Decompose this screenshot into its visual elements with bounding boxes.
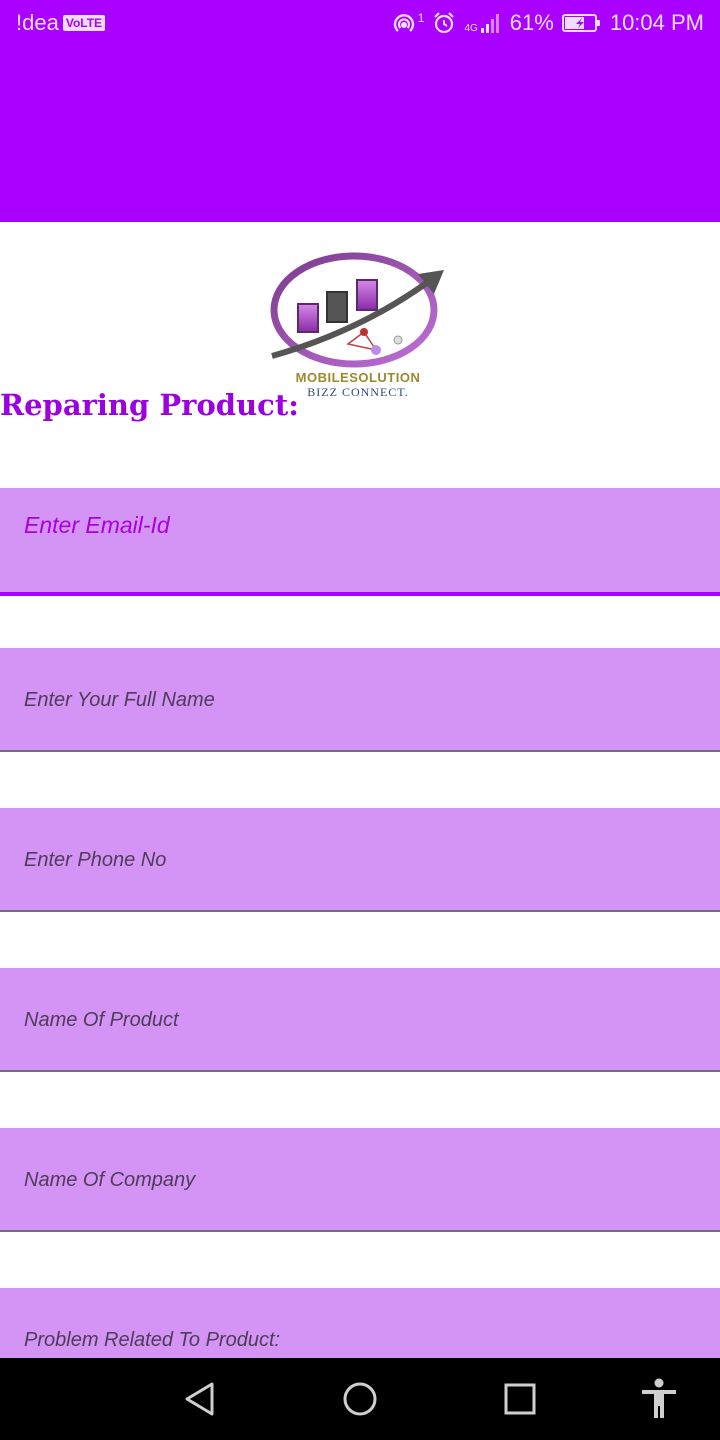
hotspot-icon: 1	[392, 11, 425, 35]
recents-icon[interactable]	[499, 1378, 541, 1420]
home-icon[interactable]	[339, 1378, 381, 1420]
company-name-field[interactable]: Name Of Company	[0, 1128, 720, 1232]
carrier-name: !dea	[16, 10, 59, 35]
phone-placeholder: Enter Phone No	[24, 849, 167, 871]
battery-charging-icon	[561, 12, 602, 34]
signal-icon: 4G	[464, 12, 501, 34]
alarm-icon	[432, 11, 456, 35]
clock: 10:04 PM	[609, 10, 704, 35]
volte-badge: VoLTE	[62, 15, 106, 31]
product-name-placeholder: Name Of Product	[24, 1009, 179, 1031]
network-type: 4G	[464, 23, 478, 34]
company-logo: MOBILESOLUTION BIZZ CONNECT.	[268, 246, 452, 402]
app-header-bar: !dea VoLTE 1 4G 61% 10:04 PM	[0, 0, 720, 222]
hotspot-count: 1	[417, 11, 425, 25]
back-icon[interactable]	[178, 1378, 220, 1420]
logo-line-1: MOBILESOLUTION	[295, 370, 421, 385]
full-name-field[interactable]: Enter Your Full Name	[0, 648, 720, 752]
problem-placeholder: Problem Related To Product:	[24, 1329, 281, 1351]
phone-field[interactable]: Enter Phone No	[0, 808, 720, 912]
status-icons: 1 4G 61% 10:04 PM	[392, 10, 704, 36]
company-name-placeholder: Name Of Company	[24, 1169, 196, 1191]
battery-percent: 61%	[509, 10, 554, 35]
email-placeholder: Enter Email-Id	[24, 512, 170, 538]
full-name-placeholder: Enter Your Full Name	[24, 689, 215, 711]
accessibility-icon[interactable]	[638, 1378, 680, 1420]
carrier-info: !dea VoLTE	[16, 10, 106, 36]
product-name-field[interactable]: Name Of Product	[0, 968, 720, 1072]
email-field[interactable]: Enter Email-Id	[0, 488, 720, 596]
page-title: Reparing Product:	[0, 388, 299, 422]
navigation-bar	[0, 1358, 720, 1440]
